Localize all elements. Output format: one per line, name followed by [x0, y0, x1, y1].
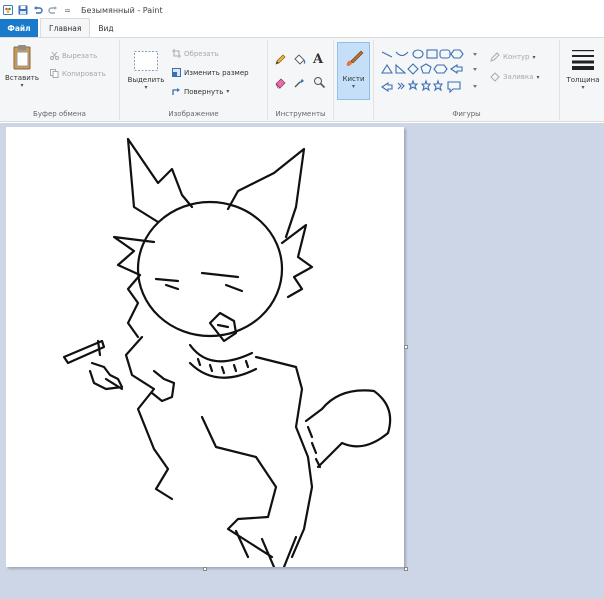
window-title: Безымянный - Paint — [81, 5, 163, 15]
rotate-dropdown-icon: ▾ — [226, 88, 230, 95]
crop-button[interactable]: Обрезать — [172, 49, 219, 58]
resize-handle-corner[interactable] — [404, 567, 408, 571]
fill-icon — [490, 72, 500, 82]
quick-access-toolbar: = — [0, 5, 73, 16]
customize-qat-button[interactable]: = — [62, 5, 73, 16]
line-thickness-icon — [572, 50, 594, 70]
shapes-gallery[interactable] — [380, 47, 484, 101]
save-icon[interactable] — [17, 5, 28, 16]
copy-label: Копировать — [62, 69, 106, 78]
rotate-button[interactable]: Повернуть ▾ — [172, 87, 229, 96]
sketch-drawing — [62, 137, 392, 569]
tools-group-label: Инструменты — [275, 110, 326, 118]
select-rectangle-icon — [134, 51, 158, 71]
outline-pen-icon — [490, 52, 500, 62]
image-group: Выделить ▾ Обрезать Изменить размер Пове… — [120, 40, 268, 120]
brushes-label: Кисти — [342, 75, 365, 83]
cut-label: Вырезать — [62, 51, 98, 60]
rotate-icon — [172, 88, 180, 95]
fill-dropdown-icon: ▾ — [536, 73, 540, 81]
shapes-group: Контур ▾ Заливка ▾ Фигуры — [374, 40, 560, 120]
clipboard-group: Вставить ▾ Вырезать Копировать Буфер обм… — [0, 40, 120, 120]
rotate-label: Повернуть — [184, 87, 224, 96]
brushes-group: Кисти ▾ — [334, 40, 374, 120]
resize-handle-bottom[interactable] — [203, 567, 207, 571]
size-label: Толщина — [566, 76, 600, 84]
outline-dropdown-icon: ▾ — [532, 53, 536, 61]
undo-icon[interactable] — [32, 5, 43, 16]
tab-file[interactable]: Файл — [0, 19, 38, 37]
paste-icon — [13, 45, 31, 70]
cut-button[interactable]: Вырезать — [50, 51, 97, 60]
brush-icon — [346, 50, 363, 66]
resize-button[interactable]: Изменить размер — [172, 68, 249, 77]
ribbon: Вставить ▾ Вырезать Копировать Буфер обм… — [0, 38, 604, 122]
crop-icon — [172, 49, 181, 58]
fill-label: Заливка — [503, 73, 534, 81]
title-bar: = Безымянный - Paint — [0, 0, 604, 20]
fill-bucket-icon[interactable] — [293, 53, 306, 68]
redo-icon[interactable] — [47, 5, 58, 16]
paste-button[interactable]: Вставить ▾ — [4, 44, 40, 89]
copy-button[interactable]: Копировать — [50, 69, 106, 78]
paste-dropdown-icon: ▾ — [20, 82, 24, 89]
drawing-canvas[interactable] — [6, 127, 404, 569]
image-group-label: Изображение — [168, 110, 219, 118]
brushes-button[interactable]: Кисти ▾ — [337, 42, 370, 100]
crop-label: Обрезать — [184, 49, 219, 58]
workspace — [0, 123, 604, 599]
text-tool-icon[interactable]: A — [313, 52, 323, 67]
resize-label: Изменить размер — [184, 68, 249, 77]
copy-icon — [50, 69, 59, 78]
tab-view[interactable]: Вид — [90, 19, 121, 37]
shapes-group-label: Фигуры — [452, 110, 481, 118]
resize-handle-right[interactable] — [404, 345, 408, 349]
ribbon-tabs: Файл Главная Вид — [0, 18, 604, 38]
select-button[interactable]: Выделить ▾ — [126, 50, 166, 91]
size-dropdown-icon: ▾ — [581, 84, 585, 91]
tab-home[interactable]: Главная — [40, 18, 91, 37]
paint-app-icon[interactable] — [2, 5, 13, 16]
outline-button[interactable]: Контур ▾ — [490, 52, 536, 62]
tools-group: A Инструменты — [268, 40, 334, 120]
magnifier-icon[interactable] — [313, 76, 326, 91]
clipboard-group-label: Буфер обмена — [33, 110, 86, 118]
resize-icon — [172, 68, 181, 77]
brushes-dropdown-icon: ▾ — [351, 83, 355, 90]
fill-button[interactable]: Заливка ▾ — [490, 72, 539, 82]
scissors-icon — [50, 51, 59, 60]
color-picker-icon[interactable] — [293, 76, 306, 91]
select-label: Выделить — [127, 76, 165, 84]
outline-label: Контур — [503, 53, 530, 61]
pencil-icon[interactable] — [274, 53, 287, 68]
eraser-icon[interactable] — [274, 76, 287, 91]
select-dropdown-icon: ▾ — [144, 84, 148, 91]
paste-label: Вставить — [5, 74, 39, 82]
size-group: Толщина ▾ — [560, 40, 604, 120]
size-button[interactable]: Толщина ▾ — [566, 48, 600, 91]
